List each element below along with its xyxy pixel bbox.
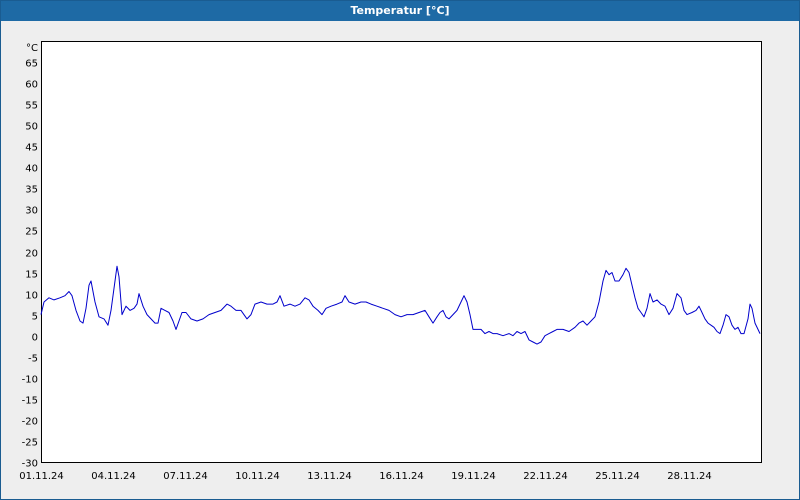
x-tick-label: 25.11.24 (595, 471, 640, 482)
x-tick-label: 04.11.24 (91, 471, 136, 482)
y-tick-label: 25 (25, 227, 38, 238)
temperature-chart: 65605550454035302520151050-5-10-15-20-25… (19, 41, 762, 482)
y-tick-label: 5 (32, 312, 38, 323)
x-tick-label: 01.11.24 (19, 471, 64, 482)
y-tick-label: 60 (25, 80, 38, 91)
y-tick-label: -10 (22, 375, 38, 386)
x-tick-label: 28.11.24 (667, 471, 712, 482)
y-tick-label: -30 (22, 459, 38, 470)
y-tick-label: 55 (25, 101, 38, 112)
y-tick-label: 20 (25, 249, 38, 260)
y-tick-label: 40 (25, 164, 38, 175)
y-tick-label: 65 (25, 59, 38, 70)
y-axis-unit-label: °C (26, 43, 38, 54)
y-tick-label: 0 (32, 333, 38, 344)
y-tick-label: -25 (22, 438, 38, 449)
x-axis: 01.11.24 04.11.24 07.11.24 10.11.24 13.11.24… (19, 471, 712, 482)
y-tick-label: 15 (25, 270, 38, 281)
x-tick-label: 07.11.24 (163, 471, 208, 482)
y-axis: 65605550454035302520151050-5-10-15-20-25… (22, 59, 38, 470)
y-tick-label: -20 (22, 417, 38, 428)
y-tick-label: 35 (25, 185, 38, 196)
chart-window: Temperatur [°C] 65 60 55 50 45 40 35 30 25 20 15 10… (0, 0, 800, 500)
plot-background (41, 41, 761, 462)
x-tick-label: 22.11.24 (523, 471, 568, 482)
x-tick-label: 10.11.24 (235, 471, 280, 482)
y-tick-label: -15 (22, 396, 38, 407)
y-tick-label: 30 (25, 206, 38, 217)
y-tick-label: 45 (25, 143, 38, 154)
x-tick-label: 13.11.24 (307, 471, 352, 482)
y-tick-label: 50 (25, 122, 38, 133)
x-tick-label: 19.11.24 (451, 471, 496, 482)
x-tick-label: 16.11.24 (379, 471, 424, 482)
y-tick-label: 10 (25, 291, 38, 302)
y-tick-label: -5 (28, 354, 38, 365)
plot-frame (41, 41, 762, 463)
